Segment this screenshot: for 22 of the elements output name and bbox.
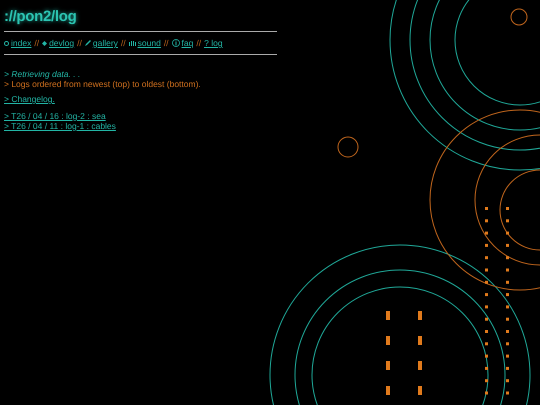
nav-separator: // — [196, 38, 202, 48]
pencil-icon — [84, 40, 91, 46]
site-title: ://pon2/log — [4, 8, 78, 25]
info-message: > Logs ordered from newest (top) to oldest (bottom). — [4, 79, 202, 89]
info-icon — [172, 39, 180, 47]
changelog-link[interactable]: > Changelog. — [4, 94, 55, 104]
dot-icon — [4, 40, 9, 46]
nav-separator: // — [120, 38, 126, 48]
nav-separator: // — [164, 38, 169, 48]
diamond-icon — [42, 40, 48, 46]
nav-link[interactable]: faq — [172, 38, 194, 48]
nav-link[interactable]: sound — [128, 38, 161, 48]
nav-link[interactable]: devlog — [42, 38, 74, 48]
nav-separator: // — [34, 38, 40, 48]
nav-link[interactable]: ? log — [204, 38, 223, 48]
log-entry-link[interactable]: > T26 / 04 / 11 : log-1 : cables — [4, 121, 116, 131]
nav-separator: // — [77, 38, 82, 48]
nav-link[interactable]: gallery — [84, 38, 118, 48]
nav-link[interactable]: index — [4, 38, 32, 48]
status-message: > Retrieving data. . . — [4, 69, 82, 79]
log-entry-link[interactable]: > T26 / 04 / 16 : log-2 : sea — [4, 111, 106, 121]
bars-icon — [128, 40, 136, 46]
